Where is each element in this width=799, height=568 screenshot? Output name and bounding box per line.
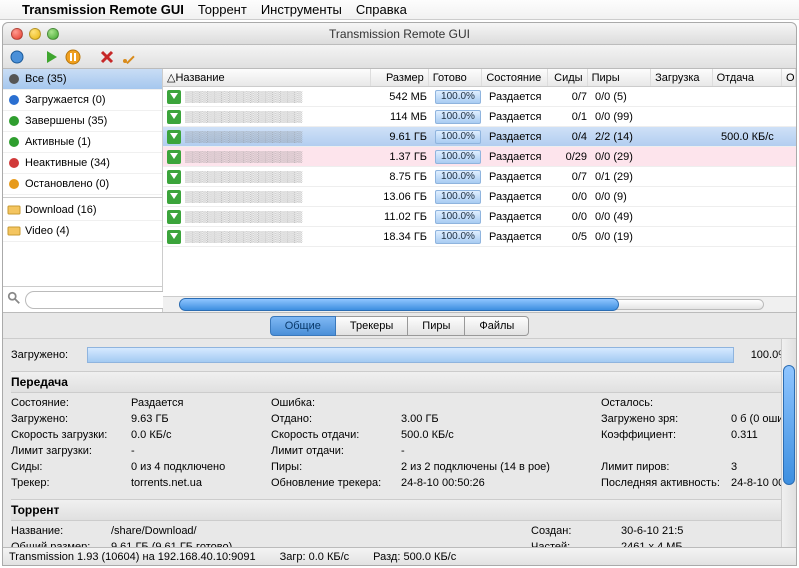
search-input[interactable] xyxy=(25,291,181,309)
status-up: Разд: 500.0 КБ/с xyxy=(373,551,456,563)
table-row[interactable]: ▒▒▒▒▒▒▒▒▒▒▒▒▒▒▒▒542 МБ100.0%Раздается0/7… xyxy=(163,87,796,107)
col-state[interactable]: Состояние xyxy=(482,69,547,86)
tab-1[interactable]: Трекеры xyxy=(336,316,408,336)
table-row[interactable]: ▒▒▒▒▒▒▒▒▒▒▒▒▒▒▒▒114 МБ100.0%Раздается0/1… xyxy=(163,107,796,127)
seed-icon xyxy=(167,130,181,144)
search-icon xyxy=(7,291,21,308)
detail-tabs: ОбщиеТрекерыПирыФайлы xyxy=(3,313,796,339)
seed-icon xyxy=(167,190,181,204)
table-row[interactable]: ▒▒▒▒▒▒▒▒▒▒▒▒▒▒▒▒9.61 ГБ100.0%Раздается0/… xyxy=(163,127,796,147)
filter-item[interactable]: Неактивные (34) xyxy=(3,153,162,174)
pause-icon[interactable] xyxy=(65,49,81,65)
col-size[interactable]: Размер xyxy=(371,69,429,86)
seed-icon xyxy=(167,110,181,124)
system-menubar: Transmission Remote GUI Торрент Инструме… xyxy=(0,0,799,20)
col-seeds[interactable]: Сиды xyxy=(548,69,588,86)
menu-tools[interactable]: Инструменты xyxy=(261,2,342,17)
main-window: Transmission Remote GUI Все (35)Загружае… xyxy=(2,22,797,566)
downloaded-label: Загружено: xyxy=(11,349,81,361)
table-row[interactable]: ▒▒▒▒▒▒▒▒▒▒▒▒▒▒▒▒11.02 ГБ100.0%Раздается0… xyxy=(163,207,796,227)
start-icon[interactable] xyxy=(43,49,59,65)
filter-item[interactable]: Загружается (0) xyxy=(3,90,162,111)
settings-icon[interactable] xyxy=(121,49,137,65)
col-peers[interactable]: Пиры xyxy=(588,69,652,86)
statusbar: Transmission 1.93 (10604) на 192.168.40.… xyxy=(3,547,796,565)
filter-item[interactable]: Завершены (35) xyxy=(3,111,162,132)
col-ready[interactable]: Готово xyxy=(429,69,483,86)
tab-0[interactable]: Общие xyxy=(270,316,336,336)
seed-icon xyxy=(167,90,181,104)
h-scrollbar[interactable] xyxy=(163,296,796,312)
table-row[interactable]: ▒▒▒▒▒▒▒▒▒▒▒▒▒▒▒▒1.37 ГБ100.0%Раздается0/… xyxy=(163,147,796,167)
toolbar xyxy=(3,45,796,69)
transfer-header: Передача xyxy=(11,371,788,393)
status-down: Загр: 0.0 КБ/с xyxy=(280,551,350,563)
folder-item[interactable]: Video (4) xyxy=(3,221,162,242)
seed-icon xyxy=(167,210,181,224)
col-name[interactable]: △ Название xyxy=(163,69,371,86)
seed-icon xyxy=(167,170,181,184)
titlebar[interactable]: Transmission Remote GUI xyxy=(3,23,796,45)
seed-icon xyxy=(167,230,181,244)
app-menu[interactable]: Transmission Remote GUI xyxy=(22,2,184,17)
filter-item[interactable]: Активные (1) xyxy=(3,132,162,153)
tab-2[interactable]: Пиры xyxy=(408,316,465,336)
filter-item[interactable]: Все (35) xyxy=(3,69,162,90)
col-down[interactable]: Загрузка xyxy=(651,69,713,86)
downloaded-bar xyxy=(87,347,734,363)
torrent-header: Торрент xyxy=(11,499,788,521)
filter-item[interactable]: Остановлено (0) xyxy=(3,174,162,195)
window-title: Transmission Remote GUI xyxy=(3,27,796,41)
col-rest[interactable]: О xyxy=(782,69,796,86)
details-panel: Загружено: 100.0% Передача Состояние:Раз… xyxy=(3,339,796,547)
table-row[interactable]: ▒▒▒▒▒▒▒▒▒▒▒▒▒▒▒▒18.34 ГБ100.0%Раздается0… xyxy=(163,227,796,247)
col-up[interactable]: Отдача xyxy=(713,69,782,86)
sidebar: Все (35)Загружается (0)Завершены (35)Акт… xyxy=(3,69,163,312)
folder-item[interactable]: Download (16) xyxy=(3,200,162,221)
connect-icon[interactable] xyxy=(9,49,25,65)
tab-3[interactable]: Файлы xyxy=(465,316,529,336)
table-row[interactable]: ▒▒▒▒▒▒▒▒▒▒▒▒▒▒▒▒8.75 ГБ100.0%Раздается0/… xyxy=(163,167,796,187)
remove-icon[interactable] xyxy=(99,49,115,65)
v-scrollbar[interactable] xyxy=(781,339,796,547)
status-connection: Transmission 1.93 (10604) на 192.168.40.… xyxy=(9,551,256,563)
menu-torrent[interactable]: Торрент xyxy=(198,2,247,17)
seed-icon xyxy=(167,150,181,164)
torrent-table: △ Название Размер Готово Состояние Сиды … xyxy=(163,69,796,312)
table-row[interactable]: ▒▒▒▒▒▒▒▒▒▒▒▒▒▒▒▒13.06 ГБ100.0%Раздается0… xyxy=(163,187,796,207)
menu-help[interactable]: Справка xyxy=(356,2,407,17)
